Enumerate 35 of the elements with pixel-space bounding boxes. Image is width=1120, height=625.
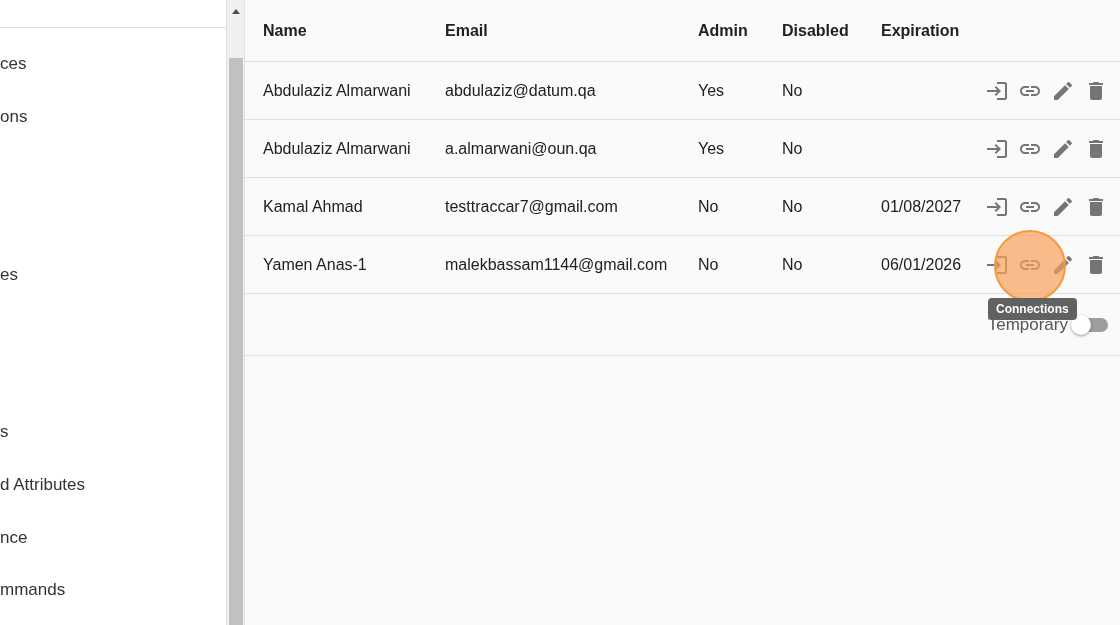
table-cell-text: malekbassam1144@gmail.com (445, 255, 669, 274)
sidebar-item[interactable]: d Attributes (0, 475, 86, 496)
table-cell-text: No (782, 255, 804, 274)
table-cell-text: No (782, 81, 804, 100)
sidebar-item[interactable]: es (0, 264, 18, 285)
column-header: Admin (698, 21, 749, 40)
column-header: Email (445, 21, 489, 40)
table-cell-text: 06/01/2026 (881, 255, 963, 274)
column-header: Name (263, 21, 308, 40)
scrollbar[interactable] (227, 0, 245, 625)
scrollbar-thumb[interactable] (229, 58, 243, 625)
table-cell-text: No (698, 197, 720, 216)
table-cell-text: 01/08/2027 (881, 197, 963, 216)
tooltip: Connections (988, 298, 1077, 320)
table-cell-text: a.almarwani@oun.qa (445, 139, 598, 158)
column-header: Expiration (881, 21, 961, 40)
table-cell-text: No (782, 139, 804, 158)
temporary-toggle[interactable] (1074, 317, 1108, 332)
table-cell-text: Kamal Ahmad (263, 197, 364, 216)
sidebar-item[interactable]: mmands (0, 580, 66, 601)
sidebar-item[interactable]: ces (0, 54, 27, 75)
table-cell-text: Yamen Anas-1 (263, 255, 368, 274)
sidebar-item[interactable]: ons (0, 106, 28, 127)
table-cell-text: testtraccar7@gmail.com (445, 197, 619, 216)
table-cell-text: Yes (698, 81, 726, 100)
table-cell-text: abdulaziz@datum.qa (445, 81, 597, 100)
table-cell-text: No (782, 197, 804, 216)
column-header: Disabled (782, 21, 850, 40)
table-cell-text: Abdulaziz Almarwani (263, 81, 412, 100)
sidebar-item[interactable]: nce (0, 527, 28, 548)
table-cell-text: Yes (698, 139, 726, 158)
scroll-up-icon[interactable] (231, 8, 240, 14)
table-cell-text: No (698, 255, 720, 274)
table-cell-text: Abdulaziz Almarwani (263, 139, 412, 158)
sidebar-item[interactable]: s (0, 422, 9, 443)
